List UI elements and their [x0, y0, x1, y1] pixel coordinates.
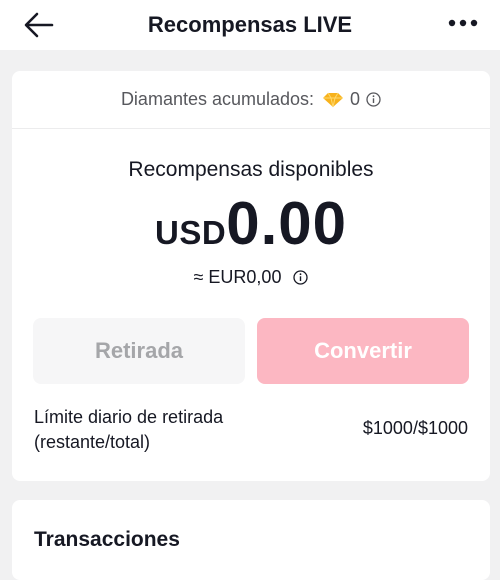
diamonds-label: Diamantes acumulados:: [120, 89, 315, 109]
transactions-title: Transacciones: [34, 528, 180, 551]
daily-limit-value: $1000/$1000: [362, 418, 468, 438]
transactions-card[interactable]: Transacciones: [12, 500, 490, 580]
top-bar: Recompensas LIVE: [0, 0, 500, 50]
more-icon: [448, 19, 478, 27]
available-rewards-label: Recompensas disponibles: [128, 158, 374, 181]
diamonds-count: 0: [350, 89, 361, 109]
page-title: Recompensas LIVE: [147, 12, 353, 37]
daily-limit-label-line1: Límite diario de retirada: [34, 407, 224, 427]
converted-amount: ≈ EUR0,00: [193, 267, 282, 287]
info-icon[interactable]: [366, 92, 381, 107]
currency-code: USD: [155, 214, 227, 251]
diamond-icon: [322, 92, 344, 108]
convert-button[interactable]: Convertir: [257, 318, 469, 384]
converted-amount-row: ≈ EUR0,00: [12, 267, 490, 288]
info-icon[interactable]: [293, 270, 309, 285]
rewards-card: Diamantes acumulados: 0 Recompensas disp…: [12, 71, 490, 481]
withdraw-button[interactable]: Retirada: [33, 318, 245, 384]
daily-limit-label-line2: (restante/total): [34, 432, 151, 452]
diamonds-summary[interactable]: Diamantes acumulados: 0: [12, 71, 490, 129]
daily-limit-label: Límite diario de retirada (restante/tota…: [34, 405, 294, 455]
more-options-button[interactable]: [446, 12, 480, 34]
amount-value: 0.00: [226, 190, 347, 257]
rewards-amount: USD0.00: [12, 189, 490, 259]
